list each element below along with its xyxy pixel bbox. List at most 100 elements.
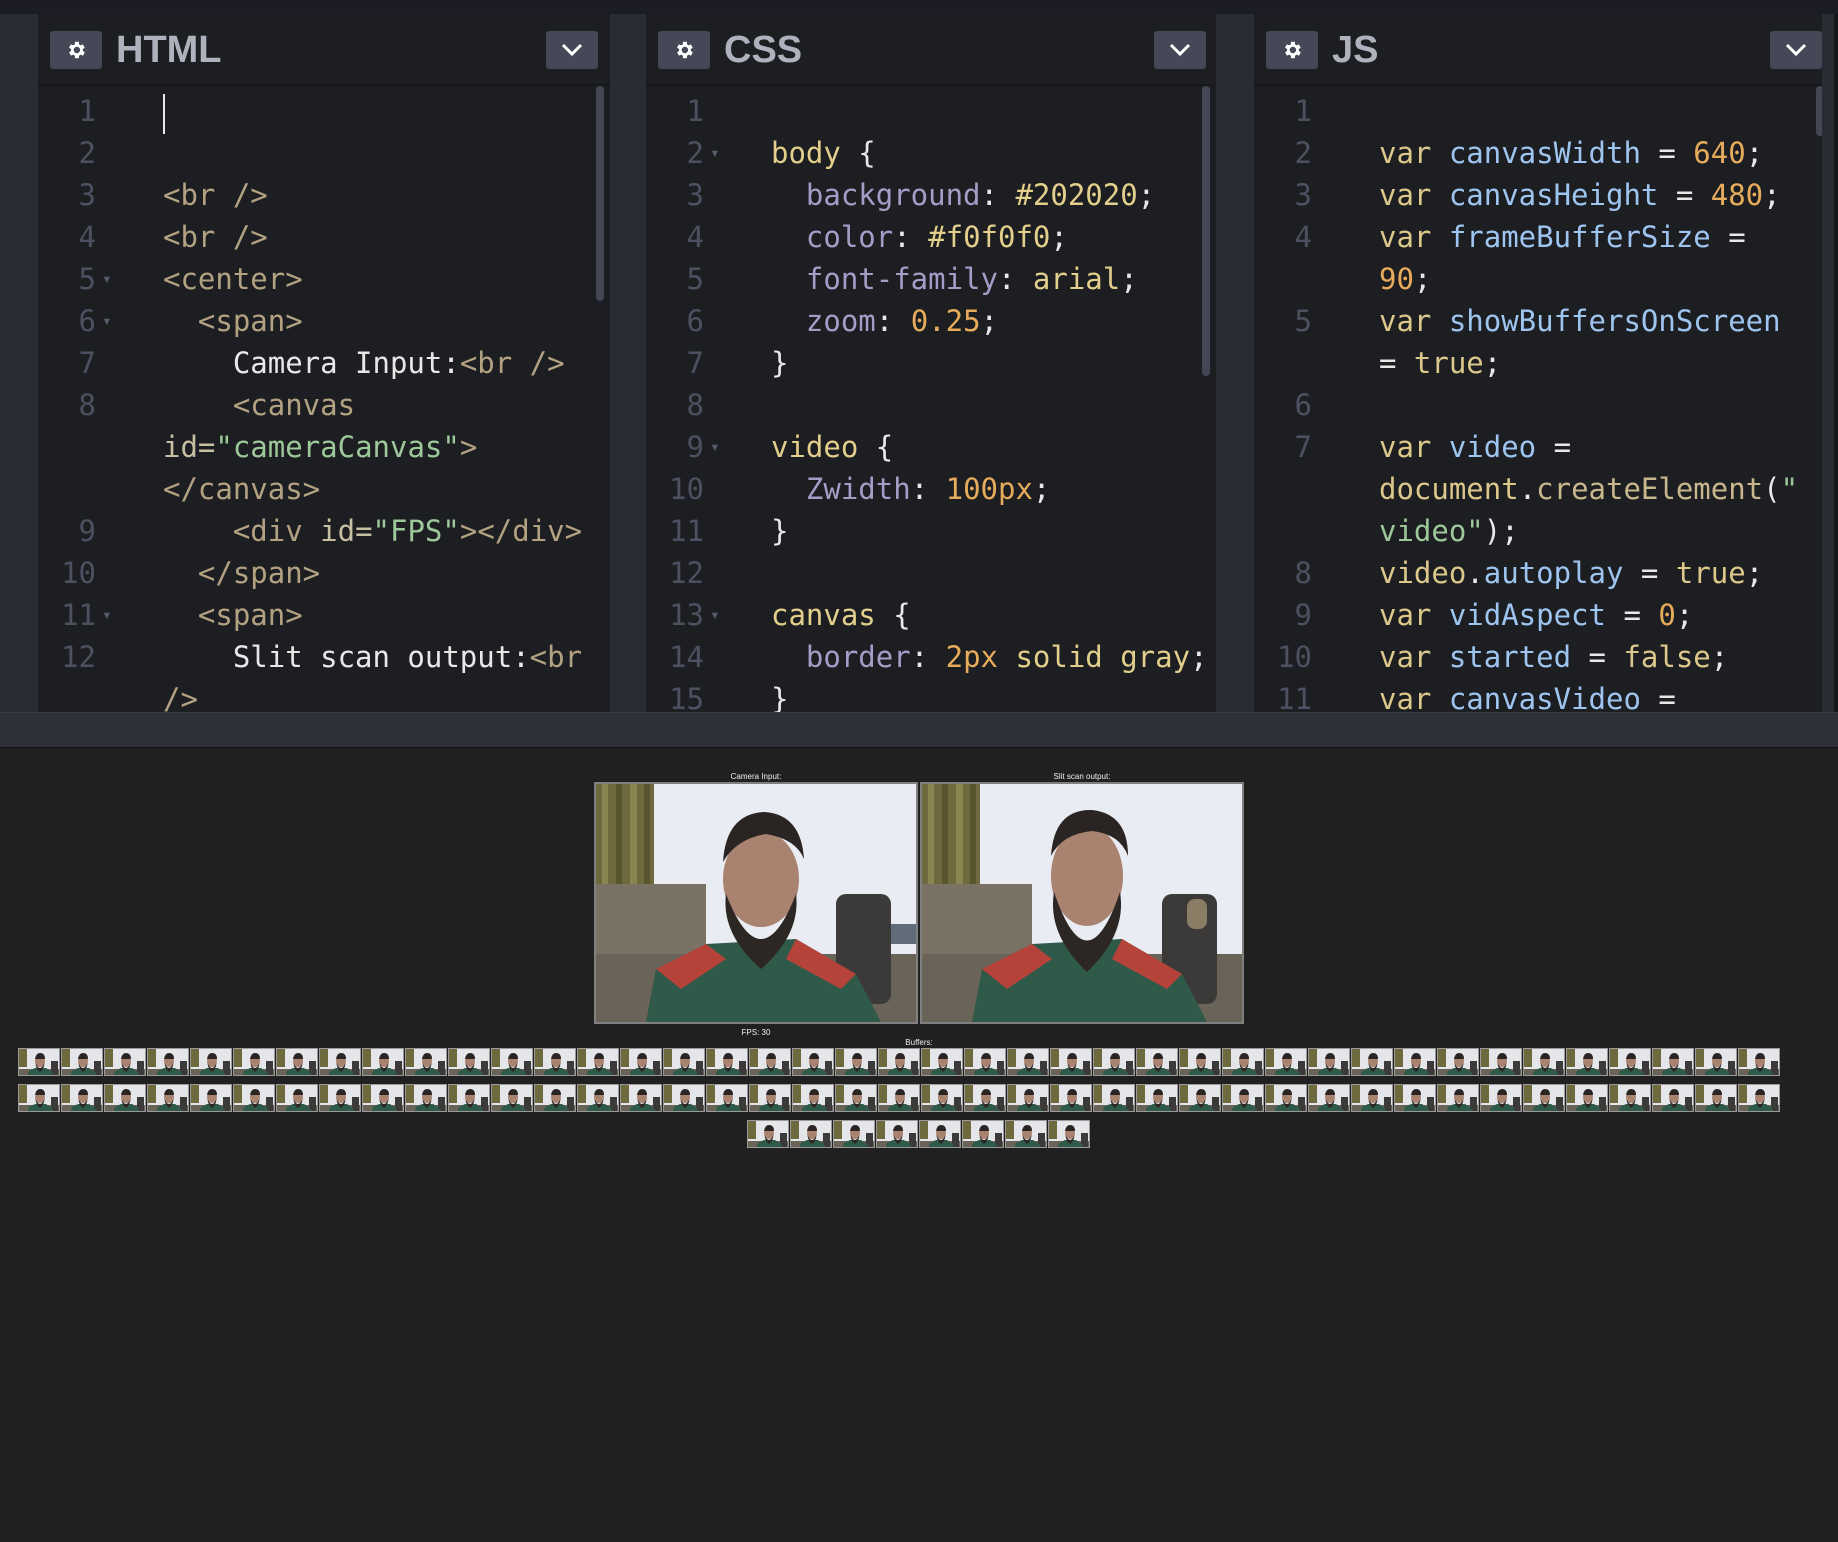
code-line[interactable]: 4 var frameBufferSize =	[1254, 216, 1822, 258]
code-line[interactable]: 3 background: #202020;	[646, 174, 1216, 216]
code-line[interactable]: 7 var video =	[1254, 426, 1822, 468]
html-collapse-button[interactable]	[546, 31, 598, 69]
preview-resize-handle[interactable]	[0, 712, 1838, 749]
code-text: var canvasWidth = 640;	[1379, 132, 1763, 174]
code-line[interactable]: 5 font-family: arial;	[646, 258, 1216, 300]
code-line[interactable]: 13 ▾ canvas {	[646, 594, 1216, 636]
code-line[interactable]: </canvas>	[38, 468, 610, 510]
code-line[interactable]: 7 Camera Input:<br />	[38, 342, 610, 384]
code-line[interactable]: 10 Zwidth: 100px;	[646, 468, 1216, 510]
code-token: var	[1379, 136, 1449, 170]
code-line[interactable]: 2 ▾ body {	[646, 132, 1216, 174]
html-code[interactable]: 1 2 3 <br /> 4 <br /> 5 ▾ <center> 6 ▾ <span> 7 Cam…	[38, 86, 610, 712]
code-line[interactable]: 90;	[1254, 258, 1822, 300]
line-number: 5	[686, 262, 704, 296]
code-line[interactable]: document.createElement("	[1254, 468, 1822, 510]
buffer-thumbnail	[921, 1084, 963, 1112]
code-line[interactable]: 10 </span>	[38, 552, 610, 594]
code-line[interactable]: 9 <div id="FPS"></div>	[38, 510, 610, 552]
buffer-thumbnail	[620, 1084, 662, 1112]
code-line[interactable]: id="cameraCanvas">	[38, 426, 610, 468]
code-token: ;	[1483, 346, 1502, 380]
code-line[interactable]: 5 var showBuffersOnScreen	[1254, 300, 1822, 342]
line-number: 11	[61, 598, 96, 632]
code-token: .	[1466, 556, 1484, 590]
code-line[interactable]: video");	[1254, 510, 1822, 552]
code-line[interactable]: 12	[646, 552, 1216, 594]
buffer-thumbnail	[1050, 1084, 1092, 1112]
fold-arrow-icon[interactable]: ▾	[102, 258, 112, 300]
buffer-thumbnail	[663, 1084, 705, 1112]
buffer-thumbnail	[1136, 1084, 1178, 1112]
fold-arrow-icon[interactable]: ▾	[710, 594, 720, 636]
code-line[interactable]: 12 Slit scan output:<br	[38, 636, 610, 678]
code-line[interactable]: 10 var started = false;	[1254, 636, 1822, 678]
code-line[interactable]: 2 var canvasWidth = 640;	[1254, 132, 1822, 174]
fold-arrow-icon[interactable]: ▾	[102, 594, 112, 636]
code-line[interactable]: 6 zoom: 0.25;	[646, 300, 1216, 342]
css-scrollbar[interactable]	[1202, 86, 1210, 376]
code-line[interactable]: 9 ▾ video {	[646, 426, 1216, 468]
line-number: 7	[78, 346, 96, 380]
code-line[interactable]: 3 var canvasHeight = 480;	[1254, 174, 1822, 216]
buffer-thumbnail	[1093, 1084, 1135, 1112]
js-settings-button[interactable]	[1266, 31, 1318, 69]
code-line[interactable]: 9 var vidAspect = 0;	[1254, 594, 1822, 636]
code-line[interactable]: 14 border: 2px solid gray;	[646, 636, 1216, 678]
code-line[interactable]: 1	[1254, 90, 1822, 132]
code-line[interactable]: 6	[1254, 384, 1822, 426]
code-line[interactable]: 6 ▾ <span>	[38, 300, 610, 342]
code-line[interactable]: 2	[38, 132, 610, 174]
code-line[interactable]: 4 <br />	[38, 216, 610, 258]
code-line[interactable]: 8 <canvas	[38, 384, 610, 426]
code-line[interactable]: 4 color: #f0f0f0;	[646, 216, 1216, 258]
buffer-thumbnail	[1048, 1120, 1090, 1148]
fold-arrow-icon[interactable]: ▾	[710, 132, 720, 174]
code-line[interactable]: />	[38, 678, 610, 712]
css-collapse-button[interactable]	[1154, 31, 1206, 69]
buffer-thumbnail	[878, 1084, 920, 1112]
html-scrollbar[interactable]	[596, 86, 604, 301]
js-scrollbar[interactable]	[1816, 86, 1822, 136]
css-settings-button[interactable]	[658, 31, 710, 69]
code-token: zoom	[805, 304, 876, 338]
js-code[interactable]: 1 2 var canvasWidth = 640; 3 var canvasHeigh…	[1254, 86, 1822, 712]
buffer-thumbnail	[1609, 1048, 1651, 1076]
slit-scan-canvas	[920, 782, 1244, 1024]
line-number: 8	[78, 388, 96, 422]
fold-arrow-icon[interactable]: ▾	[102, 300, 112, 342]
html-settings-button[interactable]	[50, 31, 102, 69]
code-line[interactable]: 8 video.autoplay = true;	[1254, 552, 1822, 594]
fold-arrow-icon[interactable]: ▾	[710, 426, 720, 468]
code-token: 2px	[945, 640, 998, 674]
code-line[interactable]: = true;	[1254, 342, 1822, 384]
slit-scan-frame-image	[922, 784, 1242, 1022]
code-line[interactable]: 5 ▾ <center>	[38, 258, 610, 300]
buffer-thumbnail	[61, 1084, 103, 1112]
code-line[interactable]: 3 <br />	[38, 174, 610, 216]
code-line[interactable]: 11 ▾ <span>	[38, 594, 610, 636]
code-line[interactable]: 8	[646, 384, 1216, 426]
code-line[interactable]: 15}	[646, 678, 1216, 712]
code-line[interactable]: 11}	[646, 510, 1216, 552]
code-token: autoplay	[1483, 556, 1624, 590]
line-number: 13	[669, 598, 704, 632]
code-token: id=	[163, 430, 216, 464]
buffer-thumbnail	[190, 1084, 232, 1112]
js-collapse-button[interactable]	[1770, 31, 1822, 69]
buffer-thumbnail	[663, 1048, 705, 1076]
buffer-thumbnail	[1480, 1048, 1522, 1076]
buffer-thumbnail	[319, 1048, 361, 1076]
line-number: 5	[1294, 304, 1312, 338]
js-pane-header: JS	[1254, 14, 1822, 86]
code-line[interactable]: 7}	[646, 342, 1216, 384]
code-token: id=	[320, 514, 373, 548]
code-line[interactable]: 1	[646, 90, 1216, 132]
code-text: video {	[771, 426, 893, 468]
code-text: <canvas	[163, 384, 355, 426]
code-line[interactable]: 1	[38, 90, 610, 132]
buffer-thumbnail	[233, 1084, 275, 1112]
code-line[interactable]: 11 var canvasVideo =	[1254, 678, 1822, 712]
css-code[interactable]: 1 2 ▾ body {3 background: #202020; 4 color: …	[646, 86, 1216, 712]
